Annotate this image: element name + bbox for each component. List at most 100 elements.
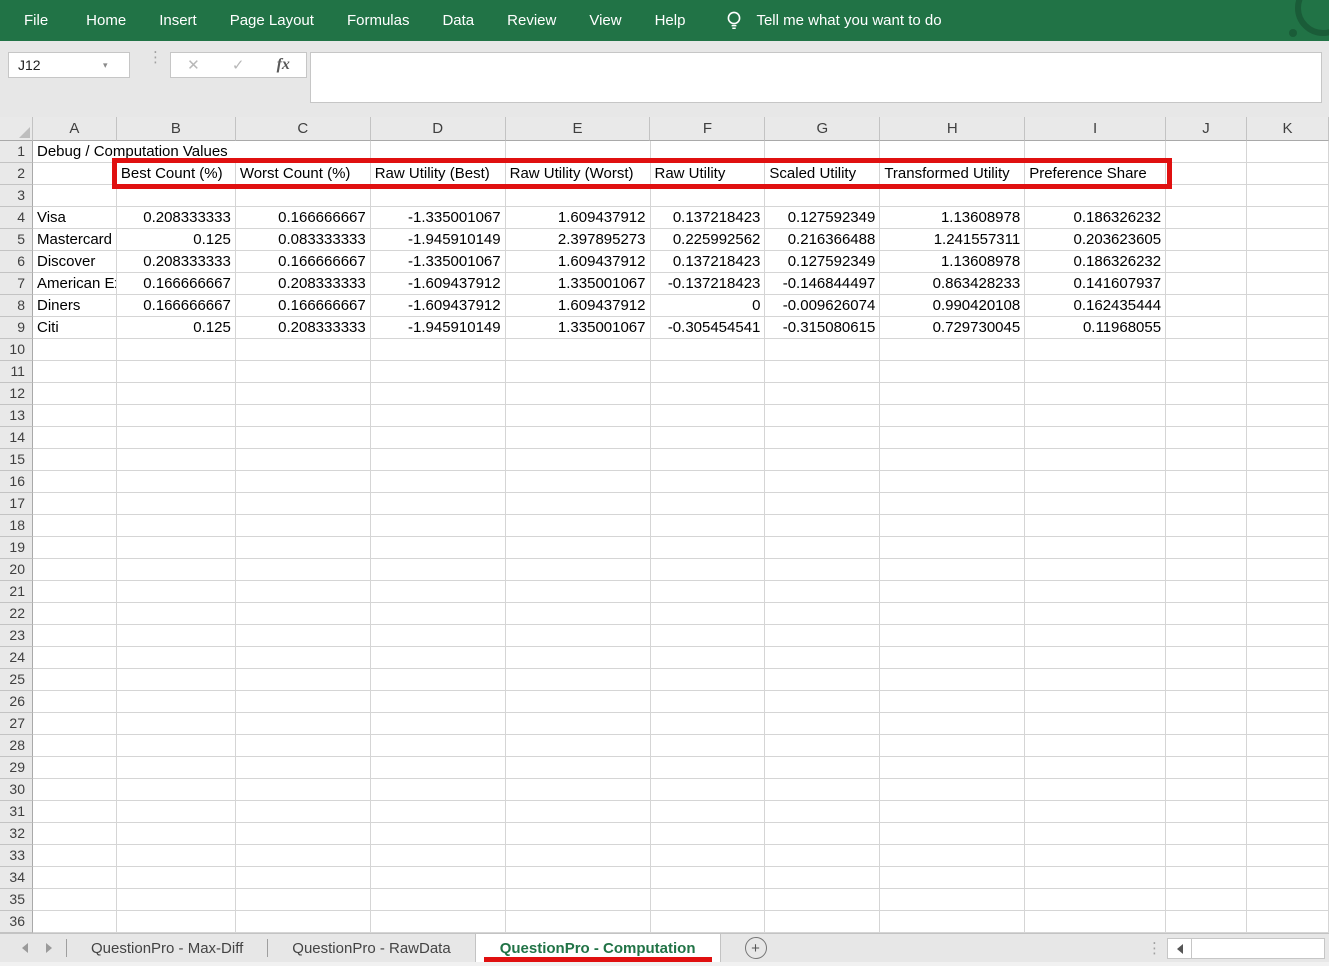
row-header-22[interactable]: 22 bbox=[0, 603, 33, 625]
cell-H20[interactable] bbox=[880, 559, 1025, 581]
cell-A17[interactable] bbox=[33, 493, 117, 515]
cell-J23[interactable] bbox=[1166, 625, 1247, 647]
cell-B4[interactable]: 0.208333333 bbox=[117, 207, 236, 229]
cell-I33[interactable] bbox=[1025, 845, 1166, 867]
cell-E22[interactable] bbox=[506, 603, 651, 625]
cell-C11[interactable] bbox=[236, 361, 371, 383]
cell-F35[interactable] bbox=[651, 889, 766, 911]
cell-G23[interactable] bbox=[765, 625, 880, 647]
cell-K36[interactable] bbox=[1247, 911, 1329, 933]
row-header-14[interactable]: 14 bbox=[0, 427, 33, 449]
cell-J31[interactable] bbox=[1166, 801, 1247, 823]
cell-C26[interactable] bbox=[236, 691, 371, 713]
cell-G2-header[interactable]: Scaled Utility bbox=[765, 163, 880, 185]
row-header-2[interactable]: 2 bbox=[0, 163, 33, 185]
cell-K30[interactable] bbox=[1247, 779, 1329, 801]
cell-A6-label[interactable]: Discover bbox=[33, 251, 117, 273]
cell-K14[interactable] bbox=[1247, 427, 1329, 449]
cell-I16[interactable] bbox=[1025, 471, 1166, 493]
cell-F34[interactable] bbox=[651, 867, 766, 889]
cell-D11[interactable] bbox=[371, 361, 506, 383]
cell-F33[interactable] bbox=[651, 845, 766, 867]
cell-A2[interactable] bbox=[33, 163, 117, 185]
cell-F10[interactable] bbox=[651, 339, 766, 361]
row-header-23[interactable]: 23 bbox=[0, 625, 33, 647]
cell-G15[interactable] bbox=[765, 449, 880, 471]
cell-E24[interactable] bbox=[506, 647, 651, 669]
cell-B35[interactable] bbox=[117, 889, 236, 911]
cell-H31[interactable] bbox=[880, 801, 1025, 823]
row-header-33[interactable]: 33 bbox=[0, 845, 33, 867]
cell-H27[interactable] bbox=[880, 713, 1025, 735]
row-header-30[interactable]: 30 bbox=[0, 779, 33, 801]
cell-A7-label[interactable]: American Express bbox=[33, 273, 117, 295]
cell-F4[interactable]: 0.137218423 bbox=[651, 207, 766, 229]
cell-D4[interactable]: -1.335001067 bbox=[371, 207, 506, 229]
cell-H34[interactable] bbox=[880, 867, 1025, 889]
cell-I6[interactable]: 0.186326232 bbox=[1025, 251, 1166, 273]
cell-A11[interactable] bbox=[33, 361, 117, 383]
cell-K23[interactable] bbox=[1247, 625, 1329, 647]
ribbon-tab-data[interactable]: Data bbox=[442, 12, 474, 29]
cell-B26[interactable] bbox=[117, 691, 236, 713]
cell-B3[interactable] bbox=[117, 185, 236, 207]
cell-H5[interactable]: 1.241557311 bbox=[880, 229, 1025, 251]
column-header-K[interactable]: K bbox=[1247, 117, 1329, 141]
row-header-17[interactable]: 17 bbox=[0, 493, 33, 515]
cell-I10[interactable] bbox=[1025, 339, 1166, 361]
cell-E2-header[interactable]: Raw Utility (Worst) bbox=[506, 163, 651, 185]
cell-C2-header[interactable]: Worst Count (%) bbox=[236, 163, 371, 185]
cell-B27[interactable] bbox=[117, 713, 236, 735]
enter-icon[interactable]: ✓ bbox=[232, 56, 245, 74]
cell-K4[interactable] bbox=[1247, 207, 1329, 229]
cell-C22[interactable] bbox=[236, 603, 371, 625]
cell-G34[interactable] bbox=[765, 867, 880, 889]
cell-A19[interactable] bbox=[33, 537, 117, 559]
cell-F14[interactable] bbox=[651, 427, 766, 449]
row-header-3[interactable]: 3 bbox=[0, 185, 33, 207]
cell-K11[interactable] bbox=[1247, 361, 1329, 383]
cell-A28[interactable] bbox=[33, 735, 117, 757]
row-header-28[interactable]: 28 bbox=[0, 735, 33, 757]
insert-function-icon[interactable]: fx bbox=[277, 56, 290, 74]
cell-G20[interactable] bbox=[765, 559, 880, 581]
row-header-36[interactable]: 36 bbox=[0, 911, 33, 933]
column-header-I[interactable]: I bbox=[1025, 117, 1166, 141]
sheet-tab-maxdiff[interactable]: QuestionPro - Max-Diff bbox=[67, 934, 267, 962]
cell-E6[interactable]: 1.609437912 bbox=[506, 251, 651, 273]
cell-C36[interactable] bbox=[236, 911, 371, 933]
row-header-29[interactable]: 29 bbox=[0, 757, 33, 779]
cell-K17[interactable] bbox=[1247, 493, 1329, 515]
new-sheet-button[interactable]: + bbox=[745, 937, 767, 959]
cell-J22[interactable] bbox=[1166, 603, 1247, 625]
cell-J17[interactable] bbox=[1166, 493, 1247, 515]
cell-A4-label[interactable]: Visa bbox=[33, 207, 117, 229]
cell-F5[interactable]: 0.225992562 bbox=[651, 229, 766, 251]
cell-I28[interactable] bbox=[1025, 735, 1166, 757]
cell-G31[interactable] bbox=[765, 801, 880, 823]
cell-C15[interactable] bbox=[236, 449, 371, 471]
cell-D35[interactable] bbox=[371, 889, 506, 911]
cell-C20[interactable] bbox=[236, 559, 371, 581]
cell-H15[interactable] bbox=[880, 449, 1025, 471]
scrollbar-resize-dots-icon[interactable]: ⋮ bbox=[1147, 945, 1155, 952]
cell-A16[interactable] bbox=[33, 471, 117, 493]
cell-G19[interactable] bbox=[765, 537, 880, 559]
cell-D10[interactable] bbox=[371, 339, 506, 361]
cell-J24[interactable] bbox=[1166, 647, 1247, 669]
cell-F8[interactable]: 0 bbox=[651, 295, 766, 317]
cell-H24[interactable] bbox=[880, 647, 1025, 669]
cell-G1[interactable] bbox=[765, 141, 880, 163]
cell-E17[interactable] bbox=[506, 493, 651, 515]
cell-A13[interactable] bbox=[33, 405, 117, 427]
name-box-dropdown-icon[interactable]: ▾ bbox=[103, 60, 108, 71]
cell-K29[interactable] bbox=[1247, 757, 1329, 779]
cell-A21[interactable] bbox=[33, 581, 117, 603]
cell-D16[interactable] bbox=[371, 471, 506, 493]
formula-input[interactable] bbox=[311, 53, 1321, 77]
cell-F2-header[interactable]: Raw Utility bbox=[651, 163, 766, 185]
cell-B24[interactable] bbox=[117, 647, 236, 669]
cell-G5[interactable]: 0.216366488 bbox=[765, 229, 880, 251]
row-header-8[interactable]: 8 bbox=[0, 295, 33, 317]
cell-E19[interactable] bbox=[506, 537, 651, 559]
